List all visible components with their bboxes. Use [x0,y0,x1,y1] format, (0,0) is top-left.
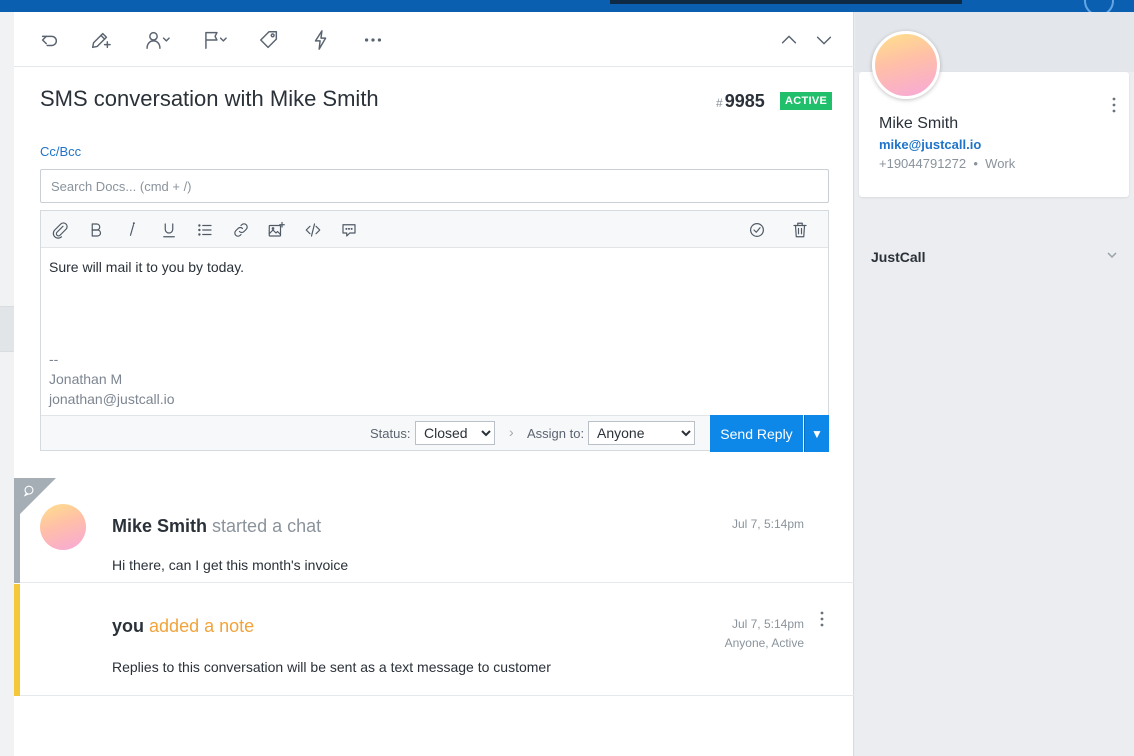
status-select[interactable]: Closed [415,421,495,445]
kebab-menu-icon[interactable] [1109,96,1119,114]
signature: -- Jonathan M jonathan@justcall.io [49,349,175,409]
ticket-number-value: 9985 [724,91,765,111]
reply-footer: Status: Closed › Assign to: Anyone Send … [41,415,829,452]
send-reply-button[interactable]: Send Reply [710,415,803,452]
signature-separator: -- [49,351,59,367]
editor-toolbar [41,211,828,248]
chevron-down-icon[interactable] [810,26,838,54]
activity-header: Mike Smith started a chat [112,516,321,537]
ticket-number-hash: # [716,96,723,110]
activity-assignment: Anyone, Active [724,636,804,650]
activity-verb: started a chat [212,516,322,536]
ticket-title: SMS conversation with Mike Smith [40,86,379,111]
canned-response-icon[interactable] [336,217,362,243]
reply-body-text[interactable]: Sure will mail it to you by today. [49,259,244,275]
contact-phone-number: +19044791272 [879,156,967,171]
ticket-main-panel: SMS conversation with Mike Smith #9985 A… [14,12,854,756]
note-indicator-bar [14,584,20,696]
left-panel-selected-row [0,306,14,352]
header-search-area [610,0,962,4]
contact-phone-type: Work [985,156,1016,171]
activity-time: Jul 7, 5:14pm [731,617,804,631]
chat-bubble-icon [23,485,34,497]
bullet-list-icon[interactable] [192,217,218,243]
signature-name: Jonathan M [49,371,123,387]
edit-icon[interactable] [86,26,114,54]
code-icon[interactable] [300,217,326,243]
ticket-number: #9985 [716,91,765,112]
chevron-up-icon[interactable] [775,26,803,54]
app-header-bar [0,0,1134,16]
trash-icon[interactable] [787,217,813,243]
italic-icon[interactable] [119,217,145,243]
undo-icon[interactable] [35,26,63,54]
assign-agent-icon[interactable] [142,26,176,54]
send-options-chevron-icon[interactable]: ▼ [804,415,829,452]
contact-phone: +19044791272 • Work [879,156,1015,171]
status-label: Status: [370,426,411,441]
insert-image-icon[interactable] [263,217,289,243]
assign-to-select[interactable]: Anyone [588,421,695,445]
activity-message: Hi there, can I get this month's invoice [112,557,349,573]
link-icon[interactable] [228,217,254,243]
phone-separator: • [973,156,978,171]
activity-verb: added a note [149,616,255,636]
activity-author: you [112,616,145,636]
bold-icon[interactable] [83,217,109,243]
avatar [40,504,86,550]
cc-bcc-link[interactable]: Cc/Bcc [40,144,81,159]
left-panel-edge [0,12,14,756]
signature-email: jonathan@justcall.io [49,391,175,407]
flag-icon[interactable] [199,26,233,54]
contact-avatar [872,31,940,99]
activity-item: Mike Smith started a chat Jul 7, 5:14pm … [14,478,854,583]
attachment-icon[interactable] [47,217,73,243]
activity-time: Jul 7, 5:14pm [731,517,804,531]
contact-sidebar: Mike Smith mike@justcall.io +19044791272… [855,12,1134,756]
activity-item: you added a note Jul 7, 5:14pm Anyone, A… [14,584,854,696]
chevron-down-icon[interactable] [1105,248,1119,262]
status-badge: ACTIVE [780,92,833,110]
kebab-menu-icon[interactable] [817,610,827,628]
activity-author: Mike Smith [112,516,208,536]
contact-email[interactable]: mike@justcall.io [879,137,981,152]
assign-to-label: Assign to: [527,426,585,441]
check-circle-icon[interactable] [744,217,770,243]
activity-header: you added a note [112,616,254,637]
lightning-icon[interactable] [307,26,335,54]
more-icon[interactable] [359,26,387,54]
underline-icon[interactable] [156,217,182,243]
chevron-right-icon: › [509,424,514,440]
reply-editor: Sure will mail it to you by today. -- Jo… [40,210,829,452]
tag-icon[interactable] [255,26,283,54]
ticket-toolbar [14,12,854,67]
justcall-section-title[interactable]: JustCall [871,249,925,265]
contact-name: Mike Smith [879,115,959,132]
activity-message: Replies to this conversation will be sen… [112,659,551,675]
search-docs-input[interactable] [40,169,829,203]
